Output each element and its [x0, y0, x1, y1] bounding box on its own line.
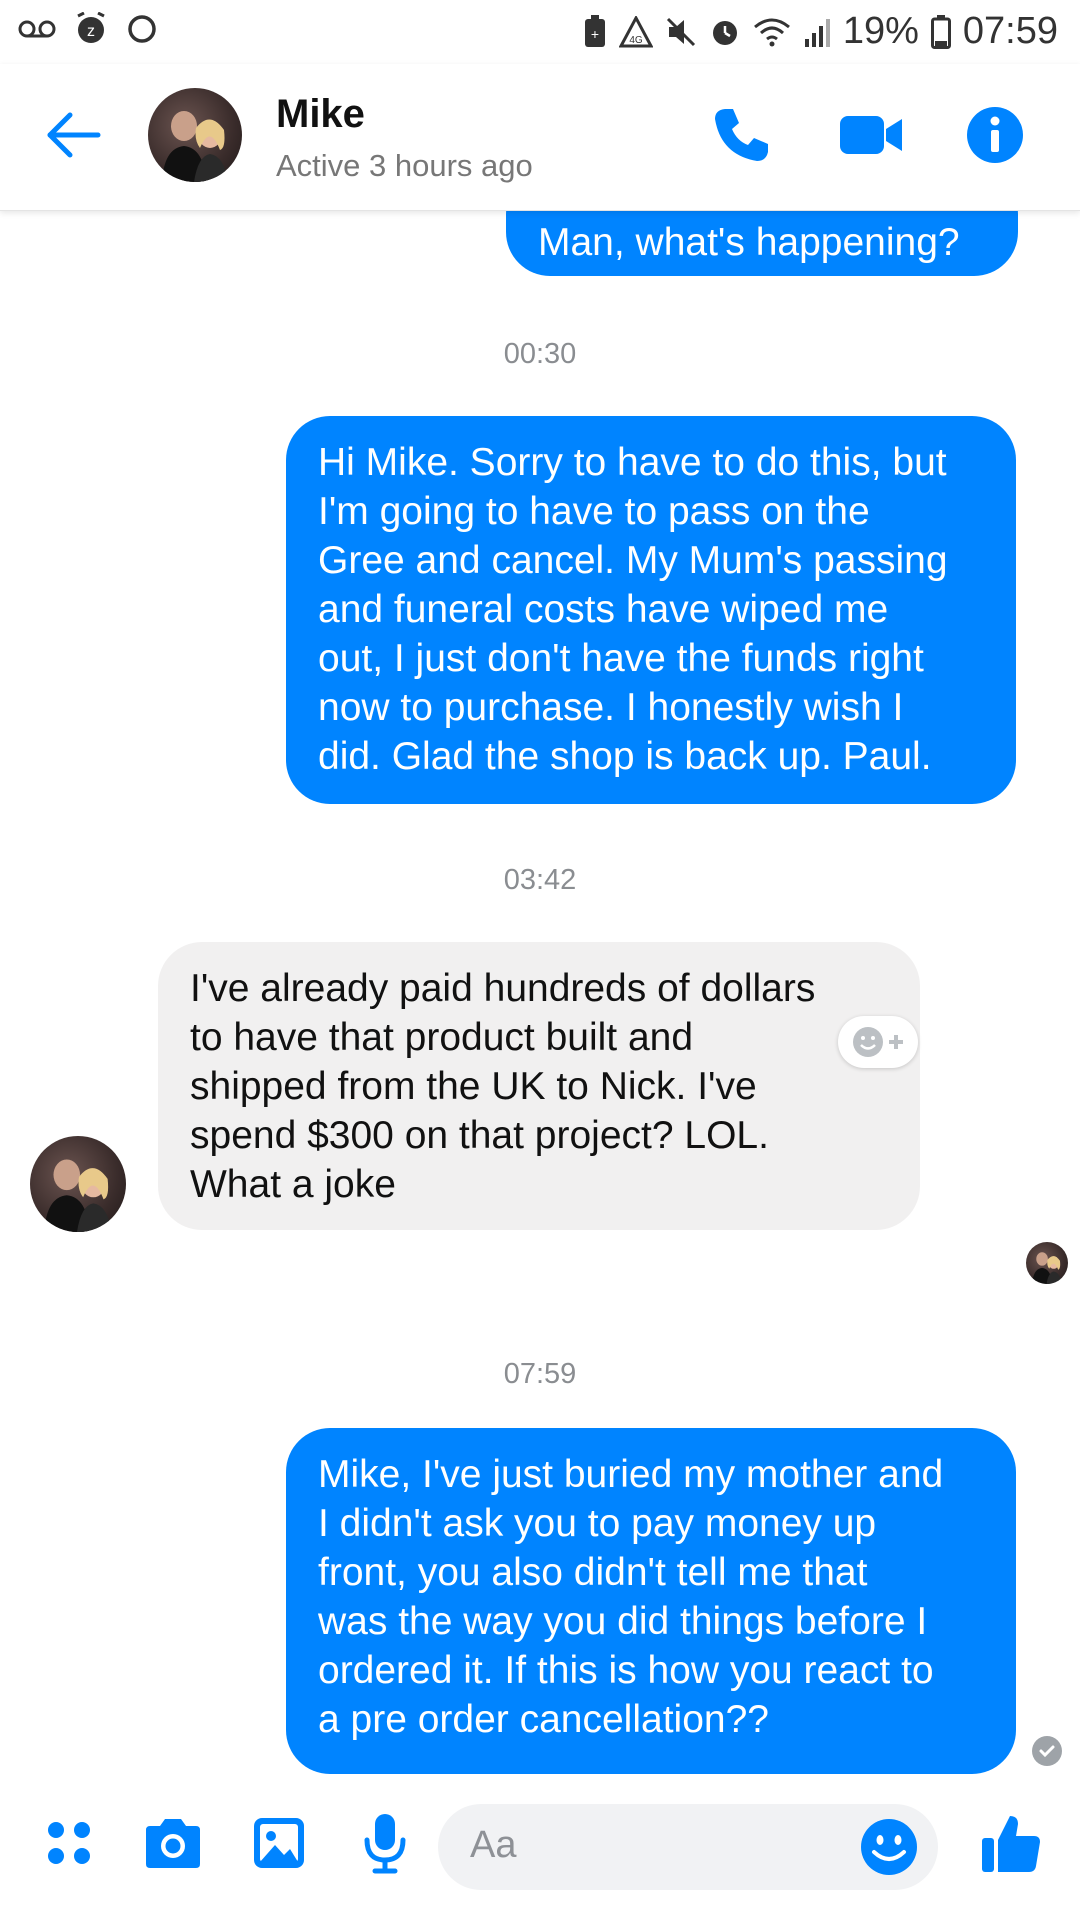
voice-message-button[interactable]: [350, 1808, 420, 1878]
microphone-icon: [364, 1814, 406, 1874]
back-button[interactable]: [42, 104, 104, 166]
emoji-button[interactable]: [856, 1814, 922, 1880]
phone-icon: [715, 109, 768, 161]
voice-call-button[interactable]: [706, 100, 776, 170]
chat-header: Mike Active 3 hours ago: [0, 64, 1080, 211]
wifi-icon: [753, 17, 791, 47]
timestamp: 07:59: [503, 1358, 577, 1390]
status-bar: z + 4G 19% 07:59: [0, 0, 1080, 64]
camera-icon: [146, 1819, 200, 1868]
alarm-off-icon: z: [74, 12, 108, 46]
gallery-button[interactable]: [244, 1808, 314, 1878]
timestamp: 00:30: [503, 338, 577, 370]
battery-icon: [930, 14, 951, 49]
message-thread[interactable]: Man, what's happening? 00:30 Hi Mike. So…: [0, 170, 1080, 1780]
warning-icon: 4G: [618, 15, 653, 48]
add-reaction-button[interactable]: [838, 1016, 918, 1068]
clock: 07:59: [962, 10, 1058, 52]
thumbs-up-icon: [982, 1816, 1040, 1872]
battery-percent: 19%: [842, 10, 919, 52]
svg-text:4G: 4G: [629, 35, 643, 46]
info-button[interactable]: [960, 100, 1030, 170]
timestamp: 03:42: [503, 864, 577, 896]
delivered-icon: [1032, 1736, 1062, 1766]
message-outgoing[interactable]: Hi Mike. Sorry to have to do this, but I…: [286, 416, 1016, 804]
seen-avatar: [1026, 1242, 1068, 1284]
sync-icon: [126, 13, 158, 45]
back-arrow-icon: [47, 112, 101, 158]
video-call-button[interactable]: [836, 100, 906, 170]
battery-saver-icon: +: [583, 14, 607, 49]
message-outgoing[interactable]: Mike, I've just buried my mother and I d…: [286, 1428, 1016, 1774]
contact-name[interactable]: Mike: [276, 92, 365, 137]
message-input[interactable]: Aa: [438, 1804, 938, 1890]
composer-bar: Aa: [0, 1780, 1080, 1920]
info-icon: [967, 107, 1023, 163]
avatar[interactable]: [148, 88, 242, 182]
sender-avatar[interactable]: [30, 1136, 126, 1232]
svg-text:z: z: [87, 23, 95, 40]
video-camera-icon: [840, 116, 902, 154]
like-button[interactable]: [976, 1808, 1046, 1878]
message-input-placeholder: Aa: [470, 1824, 517, 1866]
message-incoming[interactable]: I've already paid hundreds of dollars to…: [158, 942, 920, 1230]
alarm-icon: [709, 16, 741, 48]
apps-icon: [48, 1822, 90, 1864]
add-reaction-icon: [853, 1027, 903, 1057]
voicemail-icon: [18, 19, 56, 39]
contact-active-status: Active 3 hours ago: [276, 148, 533, 183]
camera-button[interactable]: [138, 1808, 208, 1878]
svg-text:+: +: [591, 26, 599, 42]
signal-icon: [803, 17, 831, 47]
more-apps-button[interactable]: [34, 1808, 104, 1878]
mute-icon: [665, 16, 697, 48]
gallery-icon: [254, 1818, 304, 1868]
emoji-icon: [861, 1819, 917, 1875]
